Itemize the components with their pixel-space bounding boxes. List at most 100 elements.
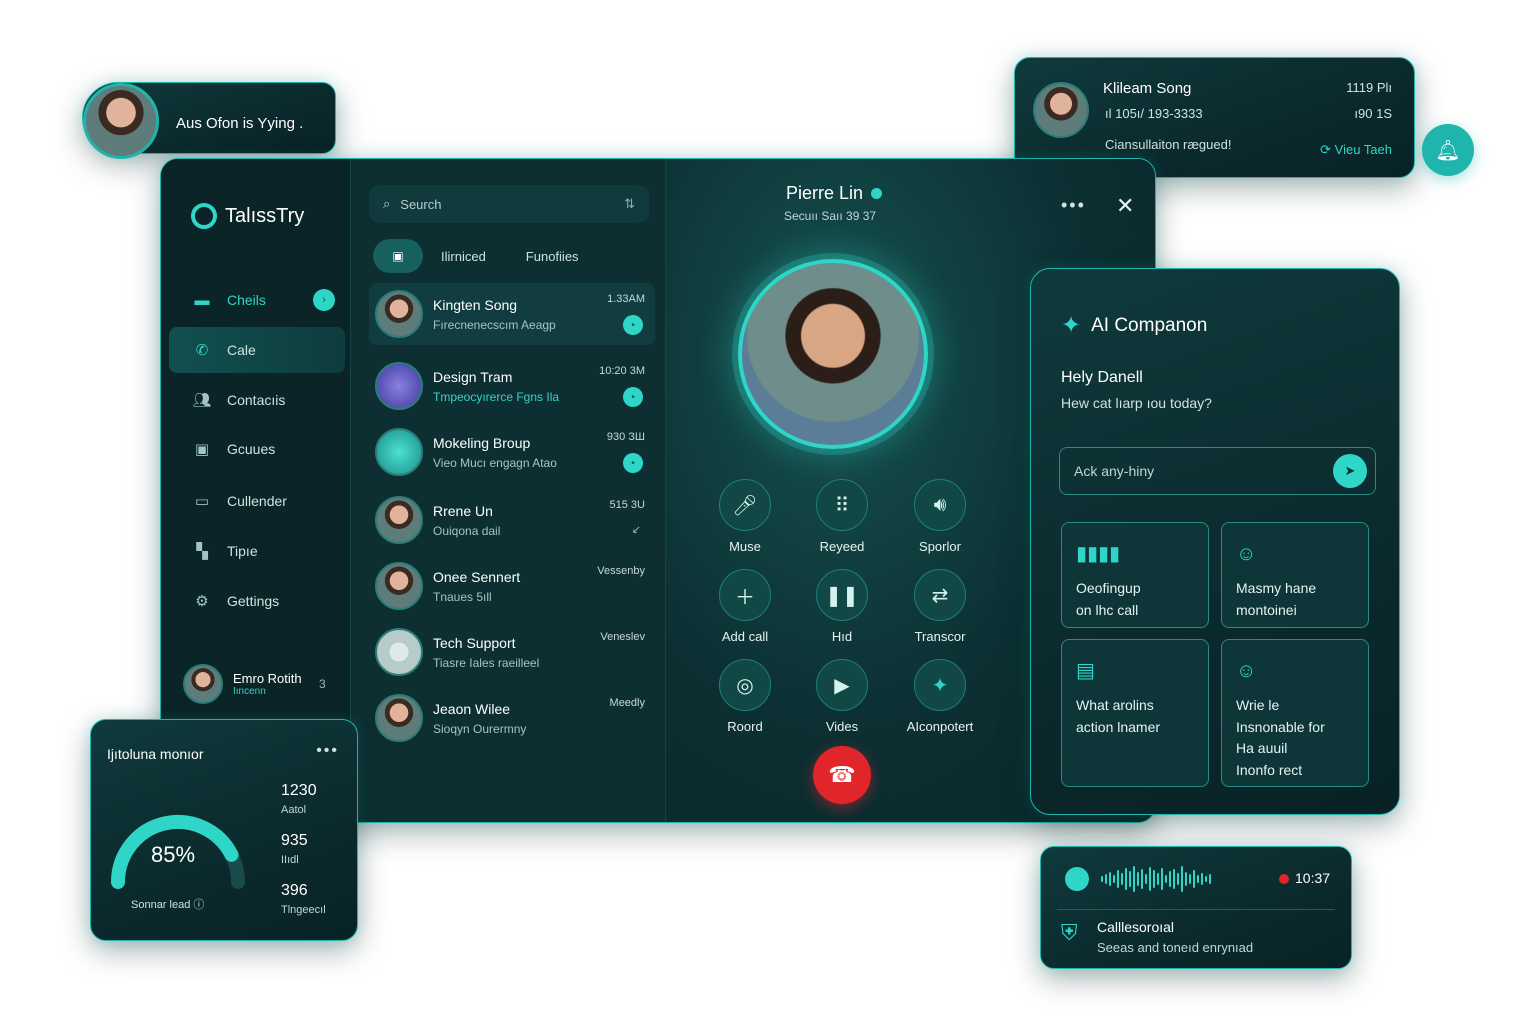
- phone-icon: ✆: [195, 342, 209, 359]
- avatar: [375, 362, 423, 410]
- hang-up-button[interactable]: ☎: [813, 746, 871, 804]
- waveform-icon: ▮▮▮▮: [1076, 543, 1121, 565]
- list-item[interactable]: Mokeling Broup Vieo Mucı engagn Atao 930 …: [369, 421, 655, 483]
- tab-missed[interactable]: Ilirniced: [441, 249, 486, 264]
- record-button[interactable]: ◎ Roord: [695, 659, 795, 734]
- transfer-button[interactable]: ⇄ Transcor: [890, 569, 990, 644]
- waveform-bar: [1177, 873, 1179, 885]
- ai-suggestion-card[interactable]: ☺ Masmy hane montoinei: [1221, 522, 1369, 628]
- search-placeholder: Seurch: [400, 196, 442, 212]
- close-icon[interactable]: ✕: [1116, 193, 1134, 219]
- tab-favorites[interactable]: Funofiies: [526, 249, 579, 264]
- sidebar-item-label: Gcuues: [227, 441, 276, 457]
- waveform-bar: [1121, 873, 1123, 885]
- user-icon: ☺: [1236, 543, 1257, 565]
- waveform-bar: [1165, 875, 1167, 883]
- ai-assistant-button[interactable]: ✦ AIconpotert: [890, 659, 990, 734]
- card-text: action lnamer: [1076, 718, 1161, 735]
- waveform-bar: [1161, 868, 1163, 890]
- call-direction-icon: ↙: [631, 524, 641, 536]
- list-item[interactable]: Kingten Song Fırecnenecscım Aeagp 1.33AM …: [369, 283, 655, 345]
- stat-item: 935 IIıdl: [281, 832, 308, 866]
- control-label: Vides: [825, 719, 859, 734]
- more-icon[interactable]: •••: [1061, 195, 1086, 216]
- bell-icon[interactable]: 🔔︎: [1422, 124, 1474, 176]
- waveform: [1101, 865, 1251, 893]
- ai-greeting: Hely Danell: [1061, 369, 1143, 386]
- sidebar-item-label: Cale: [227, 342, 256, 358]
- monitor-title: Ijıtoluna monıor: [107, 746, 204, 762]
- recording-timer: 10:37: [1295, 870, 1331, 886]
- notification-subtime: ı90 1S: [1354, 106, 1392, 121]
- ai-header: ✦ AI Companon: [1061, 311, 1207, 340]
- gauge: [111, 814, 245, 889]
- shield-icon: ⛨: [1061, 920, 1078, 945]
- sidebar-item-label: Cullender: [227, 493, 287, 509]
- list-item[interactable]: Rrene Un Ouiqona dail 515 3U ↙: [369, 489, 655, 551]
- stat-label: Aatol: [281, 804, 307, 816]
- record-icon: ◎: [719, 659, 771, 711]
- typing-toast[interactable]: Aus Ofon is Yying .: [82, 82, 336, 159]
- ai-ask-placeholder: Ack any-hiny: [1074, 463, 1155, 479]
- sidebar-item-tips[interactable]: ▚ Tipıe: [169, 528, 345, 574]
- add-call-button[interactable]: ＋ Add call: [695, 569, 795, 644]
- card-text: Insnonable for: [1236, 718, 1325, 735]
- sidebar-item-calendar[interactable]: ▭ Cullender: [169, 478, 345, 524]
- waveform-bar: [1141, 869, 1143, 889]
- mute-button[interactable]: 🎤︎ Muse: [695, 479, 795, 554]
- tab-all[interactable]: ▣: [373, 239, 423, 273]
- stat-item: 1230 Aatol: [281, 782, 317, 816]
- waveform-bar: [1173, 869, 1175, 889]
- chats-badge: ›: [313, 289, 335, 311]
- view-link[interactable]: ⟳ Vieu Taeh: [1320, 142, 1392, 158]
- list-item[interactable]: Tech Support Tiasre Iales raeilleel Venes…: [369, 621, 655, 683]
- ai-suggestion-card[interactable]: ▮▮▮▮ Oeofingup on lhc call: [1061, 522, 1209, 628]
- chat-time: 930 ЗШ: [606, 431, 645, 443]
- notification-phone: ıl 105ı/ 193-3333: [1105, 106, 1203, 121]
- ai-suggestion-card[interactable]: ▤ What arolins action lnamer: [1061, 639, 1209, 787]
- search-input[interactable]: ⌕ Seurch ⇅: [369, 185, 649, 223]
- waveform-bar: [1125, 868, 1127, 890]
- sidebar-item-groups[interactable]: ▣ Gcuues: [169, 426, 345, 472]
- avatar: [375, 428, 423, 476]
- send-icon[interactable]: ➤: [1333, 454, 1367, 488]
- transfer-icon: ⇄: [914, 569, 966, 621]
- ai-ask-input[interactable]: Ack any-hiny ➤: [1059, 447, 1376, 495]
- filter-icon[interactable]: ⇅: [624, 196, 635, 212]
- current-user[interactable]: Emro Rotith Iıncenn: [183, 664, 302, 704]
- recorder-subtitle: Seeas and toneıd enrynıad: [1097, 940, 1254, 955]
- more-icon[interactable]: •••: [316, 742, 339, 760]
- list-item[interactable]: Design Tram Tmpeocyırerce Fgns Ila 10:20 …: [369, 355, 655, 417]
- waveform-bar: [1193, 870, 1195, 888]
- waveform-bar: [1197, 875, 1199, 883]
- waveform-bar: [1157, 873, 1159, 885]
- sidebar-item-contacts[interactable]: 👥︎ Contacıis: [169, 377, 345, 423]
- waveform-bar: [1129, 871, 1131, 887]
- video-button[interactable]: ▶ Vides: [792, 659, 892, 734]
- mic-icon[interactable]: [1065, 867, 1089, 891]
- monitor-widget: Ijıtoluna monıor ••• 85% Sonnar lead ⓘ 1…: [90, 719, 358, 941]
- list-item[interactable]: Onee Sennert Tnaues 5ıll Vessenby: [369, 555, 655, 617]
- chat-time: 515 3U: [609, 499, 645, 511]
- sidebar-item-settings[interactable]: ⚙ Gettings: [169, 578, 345, 624]
- sidebar-item-calls[interactable]: ✆ Cale: [169, 327, 345, 373]
- hold-button[interactable]: ❚❚ Hıd: [792, 569, 892, 644]
- waveform-bar: [1145, 874, 1147, 884]
- waveform-bar: [1105, 874, 1107, 884]
- waveform-bar: [1185, 872, 1187, 886]
- sidebar-item-chats[interactable]: ▬ Cheils ›: [169, 277, 345, 323]
- chat-time: Meedly: [609, 697, 645, 709]
- waveform-bar: [1137, 872, 1139, 886]
- control-label: Roord: [727, 719, 763, 734]
- ai-icon: ✦: [914, 659, 966, 711]
- speaker-button[interactable]: 🔊︎ Sporlor: [890, 479, 990, 554]
- avatar: [183, 664, 223, 704]
- call-status: Secuıı Saıı 39 37: [784, 209, 877, 223]
- avatar: [375, 290, 423, 338]
- hold-icon: ❚❚: [816, 569, 868, 621]
- list-item[interactable]: Jeaon Wilee Sioqyn Ourermny Meedly: [369, 687, 655, 749]
- view-link-label: Vieu Taeh: [1334, 142, 1392, 157]
- waveform-bar: [1113, 875, 1115, 883]
- keypad-button[interactable]: ⠿ Reyeed: [792, 479, 892, 554]
- ai-suggestion-card[interactable]: ☺ Wrie le Insnonable for Ha auuil Inonfo…: [1221, 639, 1369, 787]
